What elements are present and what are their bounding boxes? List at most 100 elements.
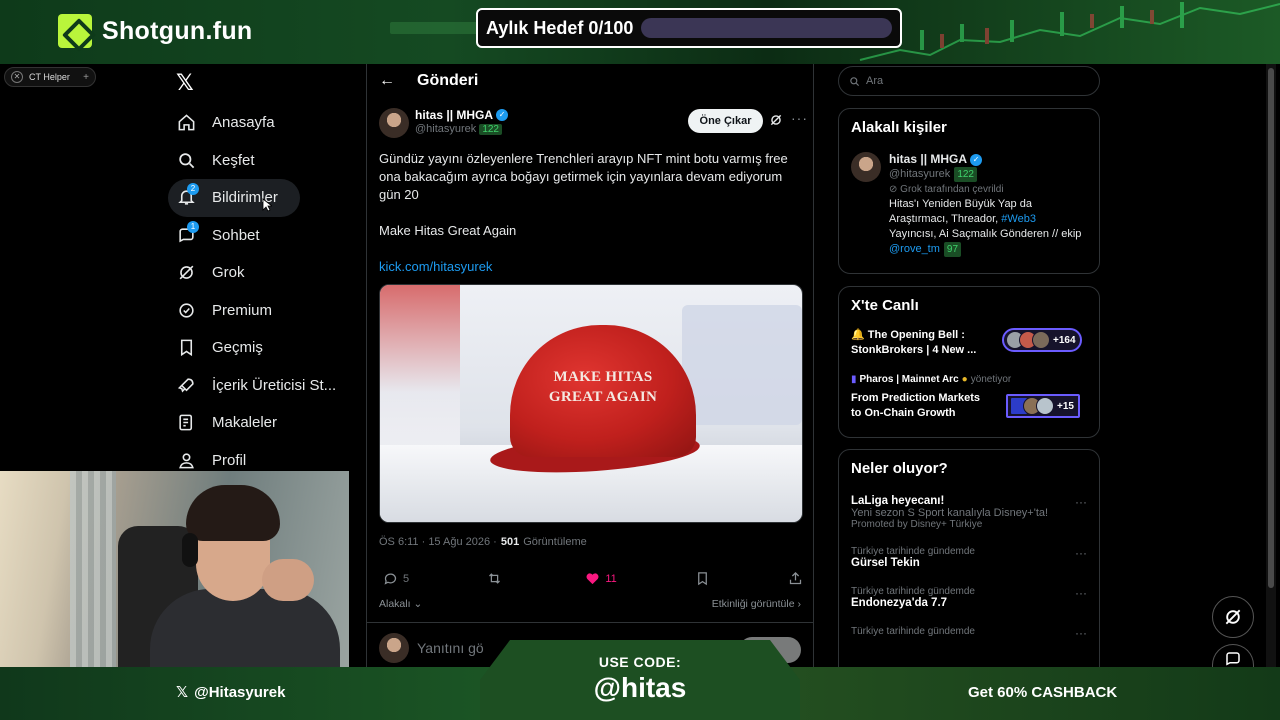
sidebar-nav: Anasayfa Keşfet 2 Bildirimler 1 Sohbet G… [168, 104, 358, 479]
live-listeners: +164 [1002, 328, 1082, 352]
nav-item-notifications[interactable]: 2 Bildirimler [168, 179, 300, 217]
post-text-paragraph: Gündüz yayını özleyenlere Trenchleri ara… [379, 151, 788, 202]
more-options-icon[interactable]: ··· [1075, 495, 1087, 509]
nav-item-premium[interactable]: Premium [168, 292, 358, 330]
avatar [379, 632, 409, 663]
ct-helper-extension[interactable]: ✕ CT Helper + [4, 67, 96, 87]
live-space-title: From Prediction Markets to On-Chain Grow… [851, 392, 980, 419]
views-count: 501 [500, 536, 520, 548]
use-code-label: USE CODE: [598, 654, 682, 670]
mention-score-badge: 97 [943, 242, 962, 257]
live-host-icon: ▮ [851, 374, 857, 385]
live-host: ▮ Pharos | Mainnet Arc ● yönetiyor [851, 374, 1087, 385]
listener-avatar [1032, 331, 1050, 349]
trend-name: LaLiga heyecanı! [851, 495, 945, 507]
reply-input[interactable]: Yanıtını gö [417, 640, 484, 656]
related-person-name[interactable]: hitas || MHGA ✓ [889, 152, 1081, 167]
back-arrow-icon[interactable]: ← [379, 72, 395, 90]
related-score-badge: 122 [954, 167, 977, 182]
mention-link[interactable]: @rove_tm [889, 242, 940, 257]
live-spaces-panel: X'te Canlı 🔔 The Opening Bell : StonkBro… [838, 286, 1100, 438]
trend-name: Gürsel Tekin [851, 557, 920, 569]
goal-progress-bar [641, 18, 892, 38]
more-options-icon[interactable]: ··· [1075, 586, 1087, 600]
post-text-paragraph: Make Hitas Great Again [379, 223, 517, 238]
share-button[interactable] [788, 571, 803, 586]
webcam-person-hand [262, 559, 314, 601]
chevron-down-icon: ⌄ [413, 598, 423, 610]
ct-helper-label: CT Helper [29, 72, 70, 82]
more-options-icon[interactable]: ··· [1075, 626, 1087, 640]
repost-button[interactable] [487, 571, 507, 586]
author-name[interactable]: hitas || MHGA ✓ [415, 108, 509, 122]
nav-item-grok[interactable]: Grok [168, 254, 358, 292]
grok-icon: ⊘ [889, 184, 898, 195]
trend-promoted: Promoted by Disney+ Türkiye [851, 519, 983, 530]
related-person[interactable]: hitas || MHGA ✓ @hitasyurek 122 ⊘ Grok tar… [839, 136, 1099, 257]
chevron-right-icon: › [797, 598, 802, 610]
listener-count: +164 [1053, 334, 1076, 346]
panel-title: Alakalı kişiler [851, 119, 947, 136]
like-count: 11 [605, 572, 617, 585]
trend-item[interactable]: Türkiye tarihinde gündemde ··· [839, 626, 1099, 640]
social-handle-text: @Hitasyurek [194, 683, 286, 701]
nav-item-articles[interactable]: Makaleler [168, 404, 358, 442]
nav-item-chat[interactable]: 1 Sohbet [168, 217, 358, 255]
view-activity-link[interactable]: Etkinliği görüntüle › [712, 598, 801, 610]
nav-item-history[interactable]: Geçmiş [168, 329, 358, 367]
trend-item[interactable]: Türkiye tarihinde gündemde Gürsel Tekin … [839, 546, 1099, 569]
search-input[interactable]: Ara [838, 66, 1100, 96]
related-dropdown[interactable]: Alakalı ⌄ [379, 598, 422, 610]
webcam-headset [182, 533, 198, 567]
live-space-item[interactable]: ▮ Pharos | Mainnet Arc ● yönetiyor From Pre… [839, 374, 1099, 421]
nav-item-label: Premium [212, 301, 273, 319]
trend-name: Endonezya'da 7.7 [851, 597, 948, 609]
avatar[interactable] [379, 108, 409, 138]
nav-item-creator-studio[interactable]: İçerik Üreticisi St... [168, 367, 358, 405]
premium-icon [176, 300, 196, 320]
ct-helper-add-button[interactable]: + [83, 72, 89, 83]
scrollbar-thumb[interactable] [1268, 68, 1274, 588]
bookmark-button[interactable] [695, 571, 710, 586]
trend-context: Türkiye tarihinde gündemde [851, 626, 975, 637]
grok-icon [176, 263, 196, 283]
post-header: ← Gönderi [367, 64, 813, 98]
stream-top-bar: Shotgun.fun Aylık Hedef 0/100 [0, 0, 1280, 64]
x-logo-icon[interactable]: 𝕏 [176, 70, 194, 96]
grok-icon [1225, 609, 1241, 625]
post-detail-column: ← Gönderi hitas || MHGA ✓ @hitasyurek 122 … [366, 64, 814, 672]
verified-badge-icon: ✓ [970, 153, 983, 166]
bio-text: Araştırmacı, Threador, [889, 213, 999, 225]
share-icon [789, 571, 802, 585]
nav-item-label: İçerik Üreticisi St... [212, 376, 337, 394]
x-logo-icon: 𝕏 [176, 684, 189, 701]
nav-item-explore[interactable]: Keşfet [168, 142, 358, 180]
live-space-item[interactable]: 🔔 The Opening Bell : StonkBrokers | 4 Ne… [839, 328, 1099, 368]
trend-item[interactable]: LaLiga heyecanı! Yeni sezon S Sport kana… [839, 495, 1099, 530]
author-score-badge: 122 [479, 123, 502, 135]
trend-item[interactable]: Türkiye tarihinde gündemde Endonezya'da … [839, 586, 1099, 609]
post-image[interactable]: MAKE HITAS GREAT AGAIN [379, 284, 803, 523]
timestamp-text[interactable]: ÖS 6:11 · 15 Ağu 2026 · [379, 536, 497, 548]
monthly-goal: Aylık Hedef 0/100 [476, 8, 902, 48]
related-person-bio: Yayıncısı, Ai Saçmalık Gönderen // ekip [889, 228, 1082, 240]
nav-item-home[interactable]: Anasayfa [168, 104, 358, 142]
hashtag-link[interactable]: #Web3 [1001, 213, 1036, 225]
listener-avatar [1036, 397, 1054, 415]
avatar[interactable] [851, 152, 881, 182]
related-person-handle: @hitasyurek 122 [889, 167, 1081, 182]
post-link[interactable]: kick.com/hitasyurek [379, 259, 492, 274]
grok-floating-button[interactable] [1212, 596, 1254, 638]
more-options-icon[interactable]: ··· [1075, 546, 1087, 560]
grok-explain-icon[interactable] [769, 113, 783, 127]
webcam-person-body [150, 589, 340, 667]
nav-item-label: Geçmiş [212, 339, 263, 357]
highlight-button[interactable]: Öne Çıkar [688, 109, 763, 133]
post-author[interactable]: hitas || MHGA ✓ @hitasyurek 122 [379, 108, 509, 138]
nav-item-label: Makaleler [212, 414, 278, 432]
reply-count: 5 [403, 572, 410, 585]
more-options-icon[interactable]: ··· [791, 110, 808, 126]
reply-button[interactable]: 5 [383, 571, 409, 586]
like-button[interactable]: 11 [585, 571, 617, 586]
mouse-cursor-icon [262, 198, 272, 212]
